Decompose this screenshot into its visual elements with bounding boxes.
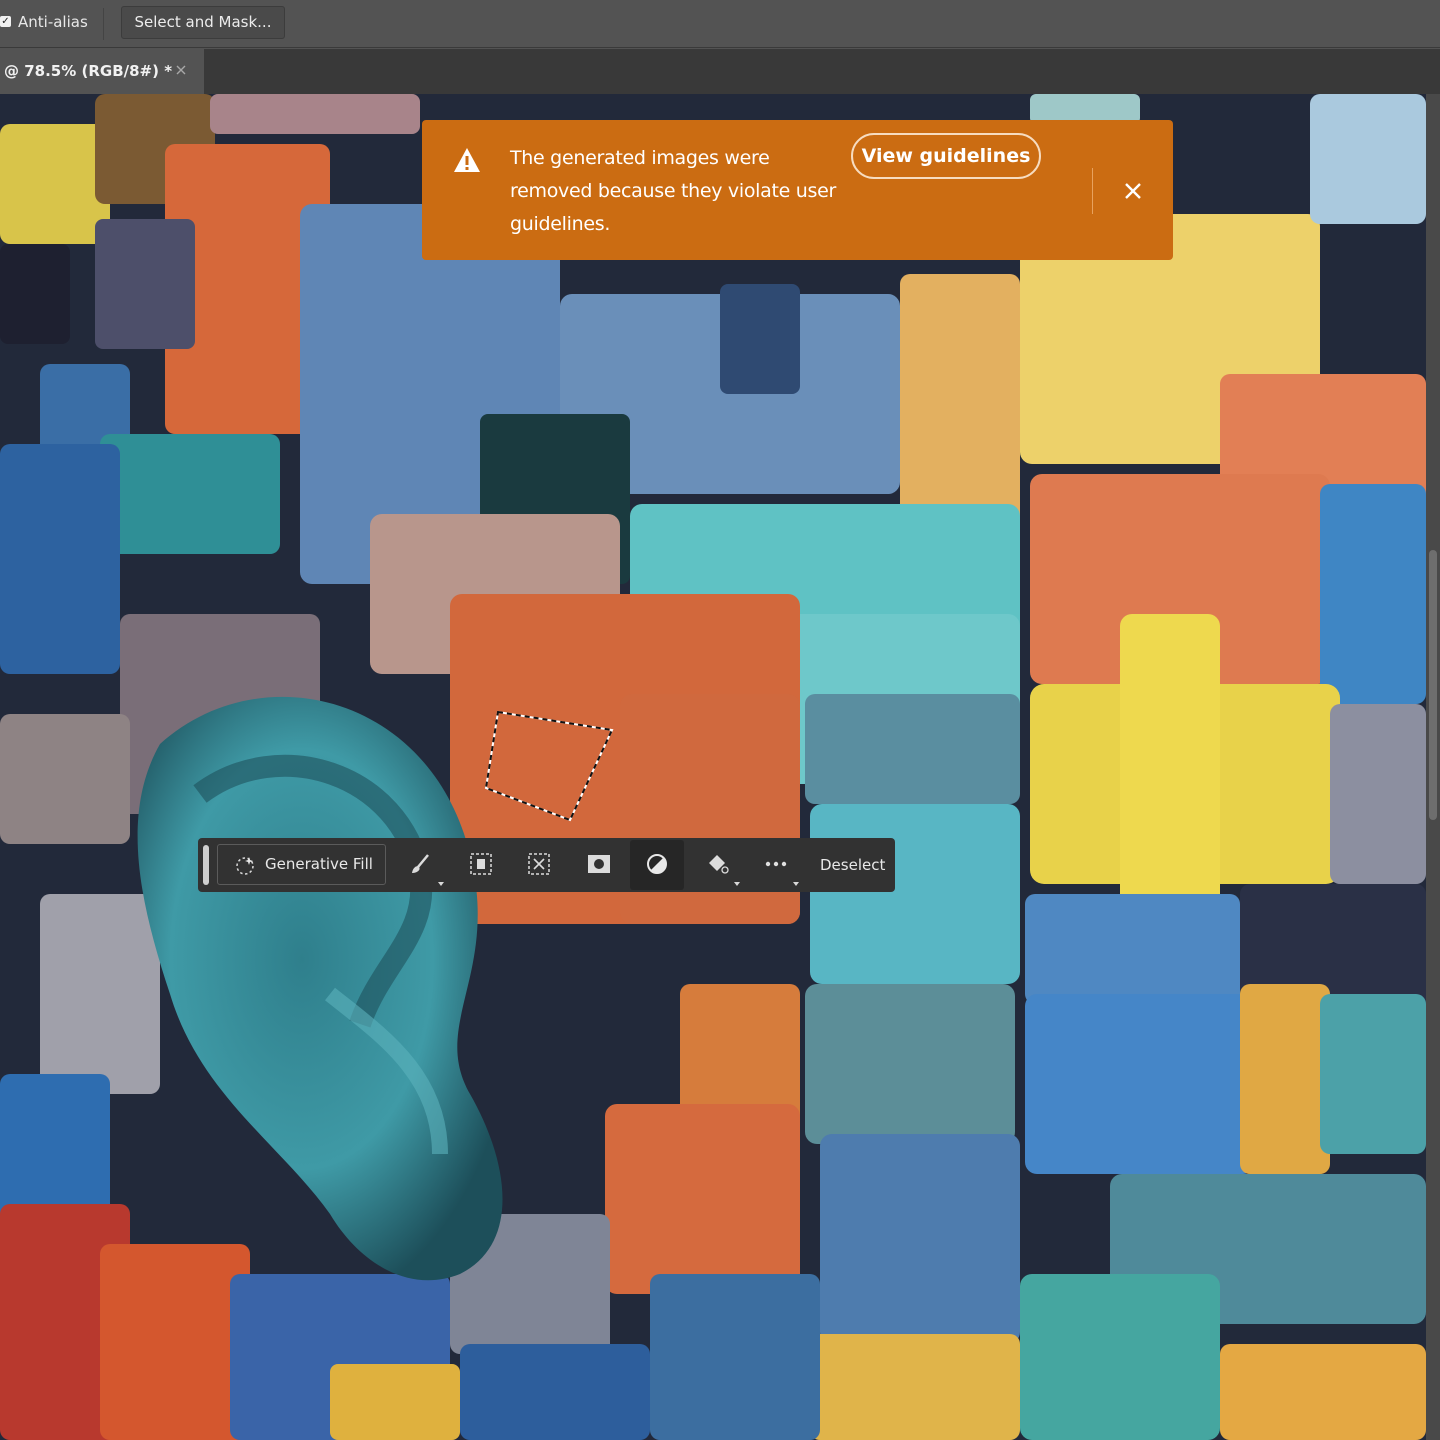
fill-selection-dropdown-caret[interactable] — [734, 882, 740, 886]
policy-violation-toast: The generated images were removed becaus… — [422, 120, 1173, 260]
modify-selection-dropdown-caret[interactable] — [438, 882, 444, 886]
options-bar: ✓ Anti-alias Select and Mask... — [0, 0, 1440, 48]
fill-selection-icon[interactable] — [704, 851, 730, 877]
document-tab-bar: @ 78.5% (RGB/8#) * — [0, 49, 1440, 94]
warning-icon — [454, 148, 480, 172]
generative-fill-icon — [236, 857, 254, 875]
toast-message: The generated images were removed becaus… — [510, 147, 837, 235]
canvas-artwork-image — [0, 94, 1426, 1440]
anti-alias-checkbox[interactable]: ✓ — [0, 16, 11, 27]
document-tab-title: @ 78.5% (RGB/8#) * — [4, 62, 173, 80]
generative-fill-label: Generative Fill — [265, 855, 373, 873]
options-divider — [103, 8, 104, 40]
more-options-icon[interactable] — [763, 851, 789, 877]
transform-selection-icon[interactable] — [526, 851, 552, 877]
invert-selection-icon[interactable] — [644, 851, 670, 877]
create-mask-icon[interactable] — [586, 851, 612, 877]
vertical-scrollbar[interactable] — [1426, 94, 1440, 1440]
select-and-mask-button[interactable]: Select and Mask... — [121, 6, 285, 39]
modify-selection-icon[interactable] — [408, 851, 434, 877]
close-icon[interactable] — [174, 63, 188, 77]
drag-handle[interactable] — [203, 845, 209, 885]
toast-divider — [1092, 168, 1093, 214]
generative-fill-button[interactable]: Generative Fill — [217, 844, 386, 885]
deselect-button[interactable]: Deselect — [820, 856, 885, 874]
document-tab[interactable]: @ 78.5% (RGB/8#) * — [0, 49, 204, 94]
anti-alias-label: Anti-alias — [18, 13, 88, 31]
view-guidelines-button[interactable]: View guidelines — [851, 133, 1041, 179]
select-subject-icon[interactable] — [468, 851, 494, 877]
close-icon[interactable] — [1122, 180, 1144, 202]
contextual-task-bar: Generative Fill Deselect — [198, 838, 895, 892]
more-options-dropdown-caret[interactable] — [793, 882, 799, 886]
document-canvas[interactable] — [0, 94, 1426, 1440]
scrollbar-thumb[interactable] — [1429, 550, 1437, 820]
